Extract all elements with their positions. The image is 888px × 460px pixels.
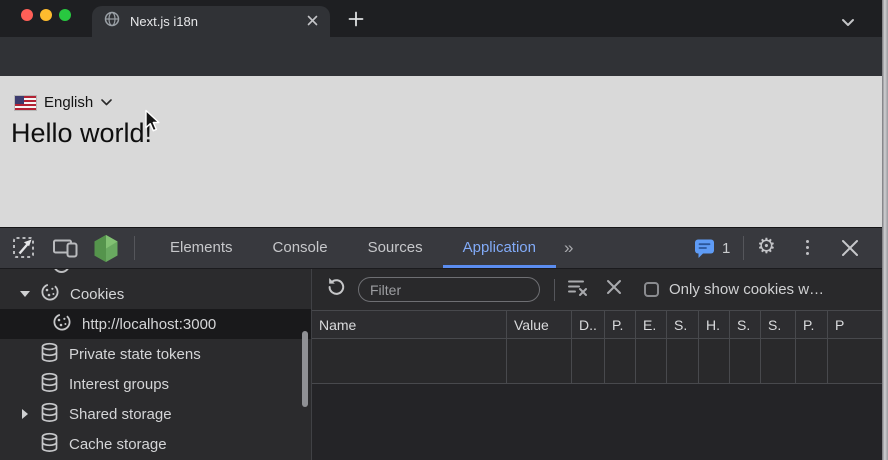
column-header[interactable]: S.	[667, 311, 699, 338]
issues-counter[interactable]: 1	[694, 238, 730, 259]
page-viewport: English Hello world!	[0, 76, 888, 227]
sidebar-item-private-state-tokens[interactable]: Private state tokens	[0, 339, 311, 369]
tab-strip: Next.js i18n	[0, 0, 888, 37]
column-header[interactable]: Name	[312, 311, 507, 338]
devtools-panel: Elements Console Sources Application » 1…	[0, 227, 888, 460]
sidebar-item-label: Shared storage	[69, 406, 172, 423]
inspect-element-icon[interactable]	[12, 236, 36, 265]
caret-down-icon[interactable]	[20, 291, 30, 297]
column-header[interactable]: S.	[761, 311, 796, 338]
sidebar-scrollbar[interactable]	[302, 331, 308, 407]
toolbar-divider	[134, 236, 135, 260]
column-header[interactable]: D..	[572, 311, 605, 338]
us-flag-icon	[15, 96, 36, 110]
table-cell	[312, 339, 507, 383]
language-label: English	[44, 94, 93, 111]
cookies-toolbar: Only show cookies w…	[312, 269, 888, 311]
only-show-label: Only show cookies w…	[669, 281, 824, 298]
database-icon	[0, 432, 59, 457]
tab-close-icon[interactable]	[307, 13, 318, 31]
sidebar-item-label: Private state tokens	[69, 346, 201, 363]
toolbar-divider	[554, 279, 555, 301]
tab-application[interactable]: Application	[443, 228, 556, 268]
close-window-button[interactable]	[21, 9, 33, 21]
sidebar-item-localhost-cookies[interactable]: http://localhost:3000	[0, 309, 311, 339]
column-header[interactable]: Value	[507, 311, 572, 338]
traffic-lights	[21, 9, 71, 21]
only-show-checkbox[interactable]	[644, 282, 659, 297]
table-cell	[761, 339, 796, 383]
caret-right-icon[interactable]	[22, 409, 28, 419]
chevron-down-icon	[101, 99, 112, 106]
sidebar-item-shared-storage[interactable]: Shared storage	[0, 399, 311, 429]
application-sidebar: Cookies http://localhost:3000 Private st…	[0, 269, 312, 460]
column-header[interactable]: P	[828, 311, 888, 338]
table-cell	[572, 339, 605, 383]
column-header[interactable]: S.	[730, 311, 761, 338]
column-header[interactable]: P.	[605, 311, 636, 338]
table-cell	[730, 339, 761, 383]
tab-elements[interactable]: Elements	[150, 228, 253, 268]
sidebar-item-interest-groups[interactable]: Interest groups	[0, 369, 311, 399]
clear-filter-icon[interactable]	[567, 278, 589, 302]
tab-console[interactable]: Console	[253, 228, 348, 268]
sidebar-item-cookies[interactable]: Cookies	[0, 279, 311, 309]
zoom-window-button[interactable]	[59, 9, 71, 21]
tab-sources[interactable]: Sources	[348, 228, 443, 268]
cookies-table-header: Name Value D.. P. E. S. H. S. S. P. P	[312, 311, 888, 339]
device-toolbar-icon[interactable]	[52, 236, 80, 265]
window-edge	[882, 0, 888, 460]
devtools-body: Cookies http://localhost:3000 Private st…	[0, 269, 888, 460]
delete-all-icon[interactable]	[606, 279, 622, 300]
language-selector[interactable]: English	[15, 94, 112, 111]
globe-favicon-icon	[104, 11, 120, 32]
column-header[interactable]: H.	[699, 311, 730, 338]
refresh-icon[interactable]	[325, 276, 347, 303]
browser-toolbar: localhost:3000 Guest	[0, 37, 888, 76]
issues-bubble-icon	[694, 238, 715, 259]
nodejs-hexagon-icon[interactable]	[92, 234, 120, 268]
table-cell	[636, 339, 667, 383]
gear-icon[interactable]: ⚙	[757, 234, 776, 258]
page-heading: Hello world!	[11, 118, 152, 149]
database-icon	[0, 342, 59, 367]
database-icon	[0, 372, 59, 397]
table-cell	[667, 339, 699, 383]
devtools-menu-icon[interactable]	[806, 240, 809, 255]
table-row[interactable]	[312, 339, 888, 384]
toolbar-divider	[743, 236, 744, 260]
devtools-toolbar: Elements Console Sources Application » 1…	[0, 228, 888, 269]
table-cell	[699, 339, 730, 383]
table-cell	[605, 339, 636, 383]
issues-count: 1	[722, 240, 730, 257]
table-cell	[796, 339, 828, 383]
column-header[interactable]: E.	[636, 311, 667, 338]
tab-search-chevron-icon[interactable]	[841, 14, 855, 32]
browser-window: Next.js i18n localhost:3000	[0, 0, 888, 460]
sidebar-item-label: Cache storage	[69, 436, 167, 453]
devtools-tabs: Elements Console Sources Application »	[150, 228, 583, 268]
browser-tab[interactable]: Next.js i18n	[92, 6, 330, 37]
sidebar-item-label: Interest groups	[69, 376, 169, 393]
table-cell	[828, 339, 888, 383]
column-header[interactable]: P.	[796, 311, 828, 338]
cookies-panel: Only show cookies w… Name Value D.. P. E…	[312, 269, 888, 460]
scrolled-item-fragment	[0, 269, 311, 279]
filter-input[interactable]	[358, 277, 540, 302]
minimize-window-button[interactable]	[40, 9, 52, 21]
table-cell	[507, 339, 572, 383]
more-tabs-icon[interactable]: »	[556, 228, 583, 268]
mouse-cursor	[144, 109, 162, 135]
database-icon	[0, 402, 59, 427]
new-tab-button[interactable]	[345, 8, 367, 30]
devtools-close-icon[interactable]	[840, 238, 860, 263]
cookie-icon	[0, 312, 72, 336]
tab-title: Next.js i18n	[130, 14, 307, 29]
cookie-icon	[0, 282, 60, 306]
sidebar-item-label: http://localhost:3000	[82, 316, 216, 333]
sidebar-item-cache-storage[interactable]: Cache storage	[0, 429, 311, 459]
sidebar-item-label: Cookies	[70, 286, 124, 303]
